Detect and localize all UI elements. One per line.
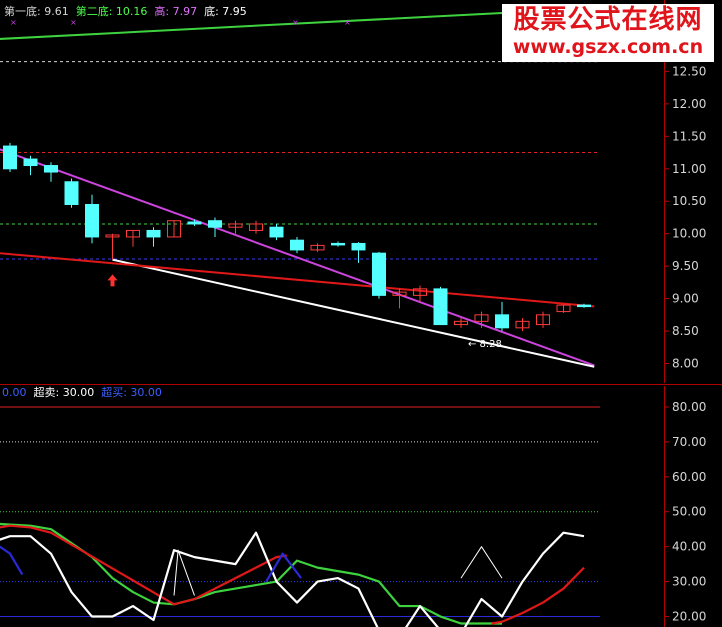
lower-legend-item-2: 超买: 30.00 bbox=[101, 386, 162, 399]
candle bbox=[372, 251, 386, 299]
candle bbox=[331, 241, 345, 247]
candle bbox=[515, 318, 530, 332]
price-tick-label: 12.50 bbox=[672, 64, 706, 78]
candle bbox=[187, 219, 202, 226]
indicator-series-1 bbox=[0, 524, 287, 606]
indicator-tick-label: 80.00 bbox=[672, 400, 706, 414]
candle bbox=[167, 220, 181, 238]
candle bbox=[85, 194, 99, 244]
candle-body bbox=[64, 181, 79, 205]
candle bbox=[351, 242, 366, 263]
indicator-tick-label: 70.00 bbox=[672, 435, 706, 449]
candle-body bbox=[85, 203, 99, 238]
candle bbox=[3, 142, 17, 173]
buy-arrow-icon bbox=[107, 274, 118, 287]
candle bbox=[105, 233, 120, 260]
candle-body bbox=[208, 220, 222, 228]
price-tick-label: 8.00 bbox=[672, 357, 699, 371]
candle-body bbox=[23, 158, 38, 167]
candle-body bbox=[495, 314, 509, 329]
candle-body bbox=[187, 221, 202, 225]
lower-legend-item-1: 超卖: 30.00 bbox=[33, 386, 95, 399]
candle bbox=[23, 155, 38, 176]
lower-legend-item-0: 0.00 bbox=[2, 386, 27, 399]
indicator-series-3 bbox=[0, 531, 585, 627]
top-marker-2: × bbox=[292, 18, 299, 27]
candle bbox=[536, 311, 550, 328]
candle bbox=[44, 162, 58, 182]
indicator-series-5 bbox=[460, 546, 503, 579]
indicator-series-2 bbox=[491, 566, 585, 625]
trend-line-2 bbox=[112, 258, 595, 368]
candle-body bbox=[372, 252, 386, 296]
upper-pane-header: 第一底: 9.61 第二底: 10.16 高: 7.97 底: 7.95 bbox=[4, 3, 254, 19]
candle bbox=[228, 220, 243, 234]
candle-body bbox=[269, 226, 284, 238]
candle-body bbox=[146, 229, 161, 238]
indicator-axis-line bbox=[664, 386, 665, 627]
stock-chart: ← 8.28 × × × × 8.00 8.50 9.00 9.50 10.00 10.50 11.0… bbox=[0, 11, 722, 627]
top-marker-1: × bbox=[70, 18, 77, 27]
candle-body bbox=[331, 242, 345, 246]
price-tick-label: 10.50 bbox=[672, 194, 706, 208]
candle bbox=[146, 227, 161, 247]
candle-body bbox=[44, 165, 58, 173]
price-tick-label: 9.50 bbox=[672, 259, 699, 273]
low-annotation: ← 8.28 bbox=[468, 339, 502, 350]
candle-body bbox=[433, 288, 448, 326]
upper-legend-item-1: 第二底: 10.16 bbox=[75, 5, 148, 18]
indicator-tick-label: 30.00 bbox=[672, 575, 706, 589]
upper-legend-item-3: 底: 7.95 bbox=[204, 5, 247, 18]
candle bbox=[249, 220, 263, 234]
price-tick-label: 10.00 bbox=[672, 227, 706, 241]
candle bbox=[126, 229, 140, 247]
candle bbox=[392, 288, 407, 309]
indicator-tick-label: 40.00 bbox=[672, 540, 706, 554]
indicator-tick-label: 60.00 bbox=[672, 470, 706, 484]
candle-body bbox=[290, 239, 304, 251]
watermark-logo: 股票公式在线网 www.gszx.com.cn bbox=[502, 4, 714, 62]
price-tick-label: 11.00 bbox=[672, 162, 706, 176]
candle bbox=[310, 243, 325, 252]
indicator-tick-label: 50.00 bbox=[672, 505, 706, 519]
watermark-line2: www.gszx.com.cn bbox=[512, 36, 704, 58]
candle bbox=[269, 223, 284, 241]
candle bbox=[208, 217, 222, 237]
candle bbox=[433, 286, 448, 326]
candle-body bbox=[3, 145, 17, 170]
price-tick-label: 8.50 bbox=[672, 324, 699, 338]
price-tick-label: 11.50 bbox=[672, 129, 706, 143]
price-tick-label: 12.00 bbox=[672, 97, 706, 111]
top-marker-3: × bbox=[344, 18, 351, 27]
trend-line-1 bbox=[0, 148, 595, 367]
candle-body bbox=[351, 242, 366, 251]
lower-pane-header: 0.00 超卖: 30.00 超买: 30.00 bbox=[2, 384, 169, 400]
upper-legend-item-2: 高: 7.97 bbox=[154, 5, 198, 18]
price-tick-label: 9.00 bbox=[672, 292, 699, 306]
watermark-line1: 股票公式在线网 bbox=[513, 5, 703, 35]
candle bbox=[290, 236, 304, 254]
indicator-series-6 bbox=[0, 545, 24, 576]
candle bbox=[495, 301, 509, 332]
upper-legend-item-0: 第一底: 9.61 bbox=[4, 5, 69, 18]
candle bbox=[556, 304, 571, 313]
candle bbox=[64, 178, 79, 208]
candle-body bbox=[577, 304, 591, 308]
top-marker-0: × bbox=[10, 18, 17, 27]
trend-line-3 bbox=[0, 252, 595, 308]
indicator-tick-label: 20.00 bbox=[672, 610, 706, 624]
chart-stage: ← 8.28 × × × × 8.00 8.50 9.00 9.50 10.00 10.50 11.0… bbox=[0, 0, 722, 627]
